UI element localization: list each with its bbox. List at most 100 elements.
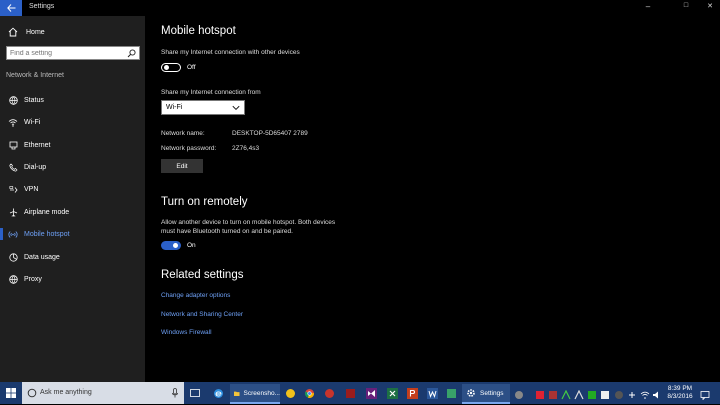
powerpoint-icon[interactable] [405, 386, 419, 400]
ethernet-icon [8, 140, 18, 150]
globe-icon [8, 274, 18, 284]
sidebar-item-label: Wi-Fi [24, 118, 41, 126]
remote-description-line1: Allow another device to turn on mobile h… [161, 219, 336, 226]
globe-icon [8, 95, 18, 105]
wifi-icon [8, 117, 18, 127]
sidebar-item-dialup[interactable]: Dial-up [8, 161, 46, 173]
phone-icon [8, 162, 18, 172]
excel-icon[interactable] [385, 386, 399, 400]
clock[interactable]: 8:39 PM 8/3/2016 [664, 385, 696, 401]
sidebar-item-label: Mobile hotspot [24, 230, 70, 238]
search-icon [127, 49, 136, 58]
page-title: Mobile hotspot [161, 25, 236, 37]
share-connection-state: Off [187, 64, 196, 71]
tray-icon[interactable] [574, 387, 584, 400]
back-button[interactable] [0, 0, 22, 16]
sidebar-item-home[interactable]: Home [8, 27, 45, 37]
share-from-value: Wi-Fi [166, 104, 183, 111]
sidebar [0, 16, 145, 382]
back-arrow-icon [6, 4, 15, 12]
tray-icon[interactable] [561, 387, 571, 400]
network-name-label: Network name: [161, 130, 205, 137]
tray-icon[interactable] [535, 387, 545, 399]
remote-section-title: Turn on remotely [161, 196, 248, 208]
explorer-icon [234, 391, 240, 396]
sidebar-item-ethernet[interactable]: Ethernet [8, 139, 50, 151]
app-icon-media[interactable] [343, 386, 357, 400]
task-view-icon[interactable] [188, 386, 202, 400]
app-icon-yellow[interactable] [283, 386, 297, 400]
tray-icon[interactable] [614, 387, 624, 399]
share-from-dropdown[interactable]: Wi-Fi [161, 100, 245, 115]
sidebar-item-label: Airplane mode [24, 208, 70, 216]
sidebar-item-data-usage[interactable]: Data usage [8, 251, 60, 263]
sidebar-item-proxy[interactable]: Proxy [8, 273, 42, 285]
remote-toggle[interactable] [161, 241, 181, 250]
word-icon[interactable] [425, 386, 439, 400]
find-setting-search[interactable] [6, 46, 140, 60]
notifications-icon[interactable] [700, 387, 710, 401]
volume-icon[interactable] [652, 387, 662, 399]
sidebar-item-mobile-hotspot[interactable]: Mobile hotspot [8, 228, 70, 240]
sidebar-item-status[interactable]: Status [8, 94, 44, 106]
sidebar-item-label: VPN [24, 185, 39, 193]
data-usage-icon [8, 252, 18, 262]
start-button[interactable] [0, 382, 22, 404]
title-bar: Settings – □ ✕ [0, 0, 720, 16]
home-icon [8, 27, 18, 37]
close-button[interactable]: ✕ [700, 2, 720, 10]
change-adapter-options-link[interactable]: Change adapter options [161, 292, 230, 299]
sidebar-item-label: Ethernet [24, 141, 51, 149]
search-input[interactable] [10, 49, 120, 58]
taskbar-app-settings[interactable]: Settings [462, 384, 510, 404]
chrome-icon[interactable] [302, 386, 316, 400]
tray-icon[interactable] [587, 387, 597, 399]
taskbar: Ask me anything Screensho... Settings 8:… [0, 382, 720, 404]
tray-icon[interactable] [627, 387, 637, 398]
sidebar-item-label: Home [26, 28, 45, 36]
network-password-value: 2Z76,4s3 [232, 145, 260, 152]
taskbar-app-label: Settings [480, 389, 504, 397]
search-placeholder: Ask me anything [40, 389, 92, 396]
tray-icon[interactable] [548, 387, 558, 399]
window-title: Settings [29, 3, 55, 10]
wifi-icon[interactable] [640, 387, 650, 399]
taskbar-app-screenshot[interactable]: Screensho... [230, 384, 280, 404]
edge-icon[interactable] [211, 386, 225, 400]
sidebar-item-wifi[interactable]: Wi-Fi [8, 116, 40, 128]
sidebar-item-airplane-mode[interactable]: Airplane mode [8, 206, 69, 218]
microphone-icon[interactable] [172, 388, 178, 398]
visual-studio-icon[interactable] [364, 386, 378, 400]
app-icon-green[interactable] [444, 386, 458, 400]
edit-button[interactable]: Edit [161, 159, 203, 173]
clock-date: 8/3/2016 [667, 393, 693, 400]
tray-icon[interactable] [514, 387, 524, 399]
cortana-search-box[interactable]: Ask me anything [22, 382, 184, 404]
maximize-button[interactable]: □ [676, 2, 696, 9]
clock-time: 8:39 PM [667, 385, 693, 392]
sidebar-item-label: Dial-up [24, 163, 47, 171]
section-header: Network & Internet [6, 72, 64, 79]
app-icon-red[interactable] [322, 386, 336, 400]
share-connection-label: Share my Internet connection with other … [161, 49, 300, 56]
network-password-label: Network password: [161, 145, 217, 152]
sidebar-item-label: Data usage [24, 253, 60, 261]
network-sharing-center-link[interactable]: Network and Sharing Center [161, 311, 243, 318]
sidebar-item-vpn[interactable]: VPN [8, 183, 38, 195]
vpn-icon [8, 184, 18, 194]
hotspot-icon [8, 229, 18, 239]
gear-icon [467, 389, 475, 397]
taskbar-app-label: Screensho... [243, 389, 281, 397]
windows-logo-icon [6, 388, 16, 398]
chevron-down-icon [232, 105, 240, 111]
windows-firewall-link[interactable]: Windows Firewall [161, 329, 212, 336]
related-settings-title: Related settings [161, 269, 244, 281]
sidebar-item-label: Status [24, 96, 44, 104]
minimize-button[interactable]: – [638, 2, 658, 11]
network-name-value: DESKTOP-5D65407 2789 [232, 130, 308, 137]
remote-description-line2: must have Bluetooth turned on and be pai… [161, 228, 293, 235]
airplane-icon [8, 207, 18, 217]
cortana-icon [27, 388, 37, 398]
share-connection-toggle[interactable] [161, 63, 181, 72]
tray-icon[interactable] [600, 387, 610, 399]
